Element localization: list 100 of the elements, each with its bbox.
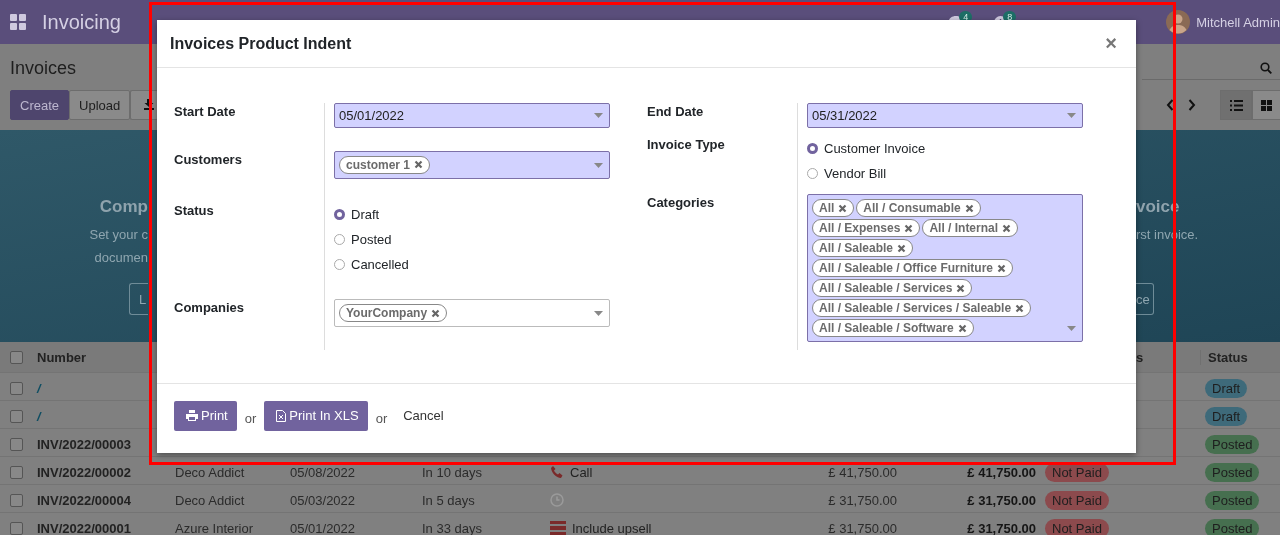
create-button[interactable]: Create [10, 90, 70, 120]
radio-button[interactable] [807, 143, 818, 154]
table-cell-text: Azure Interior [174, 520, 255, 535]
user-name[interactable]: Mitchell Admin [1196, 14, 1280, 30]
row-checkbox[interactable] [10, 493, 23, 507]
tag[interactable]: All / Consumable [856, 199, 981, 217]
dropdown-caret-icon [594, 113, 603, 118]
cancel-link[interactable]: Cancel [395, 408, 452, 423]
remove-icon[interactable] [956, 283, 966, 293]
invoice-number[interactable]: INV/2022/00004 [30, 492, 170, 508]
row-checkbox[interactable] [10, 521, 23, 535]
tags-field[interactable]: YourCompany [334, 299, 610, 328]
remove-icon[interactable] [904, 223, 914, 233]
dropdown-caret-icon [594, 311, 603, 317]
radio-label[interactable]: Cancelled [351, 256, 409, 272]
row-checkbox[interactable] [10, 465, 23, 479]
table-cell-text: In 33 days [421, 520, 483, 535]
tag[interactable]: All / Saleable / Services [812, 279, 973, 297]
remove-icon[interactable] [957, 323, 967, 333]
list-icon [1229, 99, 1243, 111]
row-checkbox[interactable] [10, 409, 23, 423]
field-label: Categories [647, 194, 715, 212]
row-checkbox[interactable] [10, 437, 23, 451]
radio-button[interactable] [334, 258, 345, 270]
printer-icon [186, 410, 198, 421]
activity-label: Include upsell [572, 520, 652, 535]
print-xls-button[interactable]: Print In XLS [264, 400, 368, 431]
radio-label[interactable]: Posted [351, 231, 392, 247]
tag[interactable]: customer 1 [339, 155, 431, 174]
table-cell-text: 05/01/2022 [289, 520, 357, 535]
dropdown-caret-icon [1067, 113, 1076, 118]
print-button[interactable]: Print [174, 400, 237, 431]
status-badge: Posted [1205, 518, 1260, 535]
row-checkbox[interactable] [10, 381, 23, 395]
status-badge: Draft [1205, 406, 1248, 426]
table-cell-text: £ 31,750.00 [966, 520, 1037, 535]
phone-icon[interactable] [550, 465, 564, 479]
remove-icon[interactable] [897, 243, 907, 253]
field-label: Companies [174, 299, 245, 318]
dropdown-caret-icon [1067, 326, 1076, 331]
radio-button[interactable] [807, 168, 818, 179]
list-view-button[interactable] [1220, 90, 1252, 120]
field-label: Customers [174, 150, 242, 169]
remove-icon[interactable] [1015, 303, 1025, 313]
radio-label[interactable]: Customer Invoice [824, 141, 926, 156]
field-label: Start Date [174, 103, 236, 121]
banner-button[interactable]: L [129, 283, 148, 315]
column-header[interactable]: Status [1200, 349, 1280, 365]
invoice-number[interactable]: INV/2022/00002 [30, 464, 170, 480]
banner-text: Set your c [88, 226, 148, 244]
avatar-icon[interactable] [1166, 10, 1191, 34]
tag[interactable]: YourCompany [339, 304, 448, 323]
kanban-view-button[interactable] [1252, 90, 1280, 120]
date-field[interactable]: 05/01/2022 [334, 103, 610, 128]
radio-label[interactable]: Vendor Bill [824, 166, 887, 181]
tags-field[interactable]: customer 1 [334, 150, 610, 179]
or-text: or [375, 411, 388, 426]
previous-icon[interactable] [1166, 99, 1174, 111]
field-label: Status [174, 201, 214, 220]
table-cell-text: 05/03/2022 [289, 492, 357, 508]
remove-icon[interactable] [1002, 223, 1012, 233]
field-label: End Date [647, 103, 704, 121]
close-button[interactable]: × [1099, 32, 1123, 55]
remove-icon[interactable] [838, 203, 848, 213]
tag[interactable]: All / Saleable / Office Furniture [812, 259, 1014, 277]
upload-button[interactable]: Upload [69, 90, 131, 120]
radio-button[interactable] [334, 233, 345, 245]
payment-badge: Not Paid [1045, 518, 1109, 535]
tag[interactable]: All / Expenses [812, 219, 921, 237]
radio-label[interactable]: Draft [351, 206, 380, 222]
download-button[interactable] [130, 90, 159, 120]
tag[interactable]: All / Saleable [812, 239, 914, 257]
tag[interactable]: All / Saleable / Services / Saleable [812, 299, 1032, 317]
tag[interactable]: All [812, 199, 855, 217]
banner-heading: Comp [98, 197, 148, 217]
remove-icon[interactable] [414, 160, 424, 170]
dialog-title: Invoices Product Indent [170, 34, 352, 53]
tag[interactable]: All / Saleable / Software [812, 319, 974, 337]
stack-icon[interactable] [550, 521, 566, 535]
table-cell-text: In 5 days [421, 492, 476, 508]
table-cell-text: £ 31,750.00 [827, 520, 898, 535]
banner-text: documen [93, 249, 148, 267]
search-icon[interactable] [1260, 61, 1272, 74]
status-badge: Posted [1205, 462, 1260, 482]
next-icon[interactable] [1188, 99, 1196, 111]
select-all-checkbox[interactable] [10, 350, 23, 364]
radio-button[interactable] [334, 208, 345, 220]
table-cell-text: Deco Addict [174, 492, 246, 508]
invoice-number[interactable]: INV/2022/00001 [30, 520, 170, 535]
remove-icon[interactable] [431, 308, 441, 318]
apps-grid-icon[interactable] [10, 14, 26, 30]
date-field[interactable]: 05/31/2022 [807, 103, 1083, 128]
app-title: Invoicing [42, 10, 121, 34]
tag[interactable]: All / Internal [922, 219, 1019, 237]
tags-field[interactable]: All All / Consumable All / Expenses All / Internal All / Saleable All / Saleable / Office Furniture All / Saleable / Services All / Saleable / Services / Saleable All / Saleable / Software [807, 194, 1083, 342]
dropdown-caret-icon [594, 162, 603, 168]
remove-icon[interactable] [997, 263, 1007, 273]
payment-badge: Not Paid [1045, 490, 1109, 510]
file-icon [276, 409, 287, 422]
remove-icon[interactable] [964, 203, 974, 213]
